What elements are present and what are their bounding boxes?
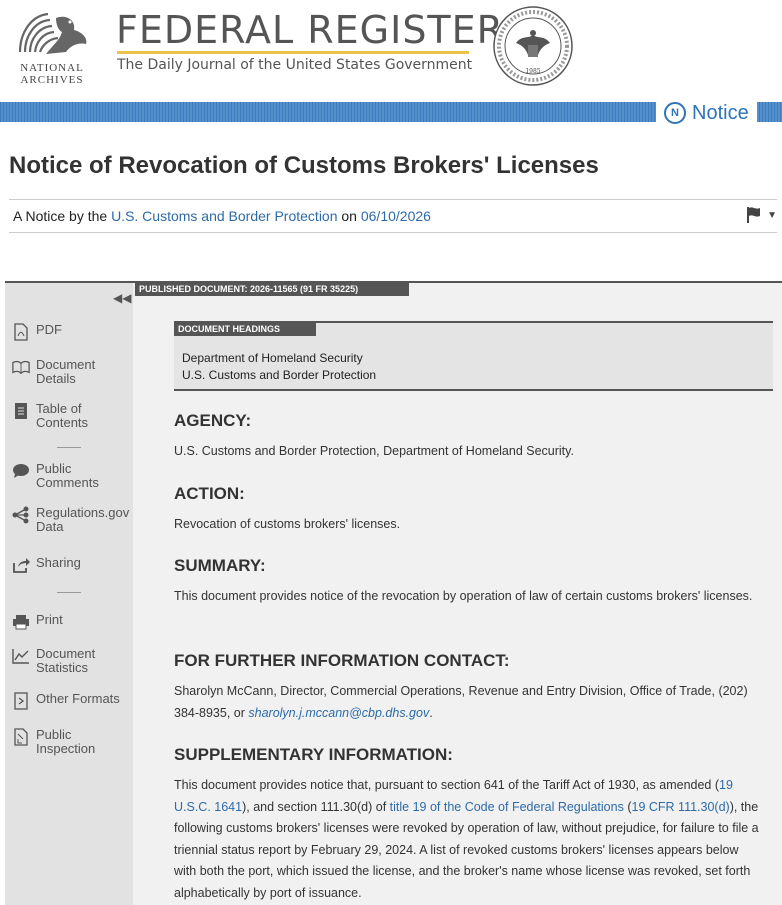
sidebar-divider xyxy=(57,447,81,448)
title-underline xyxy=(117,51,469,54)
print-icon xyxy=(12,613,30,631)
notice-icon: N xyxy=(664,102,686,124)
supp-text-2: ), and section 111.30(d) of xyxy=(242,799,387,814)
document-title: Notice of Revocation of Customs Brokers'… xyxy=(9,152,599,179)
toc-icon xyxy=(12,402,30,420)
comment-icon xyxy=(12,462,30,480)
pdf-icon xyxy=(12,323,30,341)
notice-label: Notice xyxy=(692,101,749,124)
sidebar-item-other-formats[interactable]: Other Formats xyxy=(12,692,120,710)
flag-menu[interactable]: ▼ xyxy=(745,206,777,224)
agency-link[interactable]: U.S. Customs and Border Protection xyxy=(111,208,337,224)
chart-icon xyxy=(12,647,30,665)
sidebar-divider xyxy=(57,592,81,593)
publication-date-link[interactable]: 06/10/2026 xyxy=(361,208,431,224)
contact-text: Sharolyn McCann, Director, Commercial Op… xyxy=(174,684,748,720)
supplementary-text: This document provides notice that, purs… xyxy=(174,775,764,904)
summary-heading: SUMMARY: xyxy=(174,556,266,575)
sidebar-item-label: PDF xyxy=(36,322,62,337)
agency-heading: AGENCY: xyxy=(174,411,252,430)
action-heading: ACTION: xyxy=(174,484,245,503)
chevron-down-icon: ▼ xyxy=(767,209,777,221)
sidebar-item-label: Print xyxy=(36,612,63,627)
action-text: Revocation of customs brokers' licenses. xyxy=(174,517,401,531)
sidebar-item-document-details[interactable]: Document Details xyxy=(12,358,106,386)
sidebar-item-label: Public Inspection xyxy=(36,727,96,756)
sidebar-item-document-statistics[interactable]: Document Statistics xyxy=(12,647,106,675)
sidebar-item-public-inspection[interactable]: Public Inspection xyxy=(12,728,102,756)
document-headings: DOCUMENT HEADINGS Department of Homeland… xyxy=(174,321,773,391)
svg-text:1985: 1985 xyxy=(525,68,540,75)
supp-text-4: ), the following customs brokers' licens… xyxy=(174,799,759,900)
supp-text-1: This document provides notice that, purs… xyxy=(174,778,720,792)
byline-on: on xyxy=(341,208,357,224)
cfr-section-link[interactable]: 19 CFR 111.30(d) xyxy=(632,800,730,814)
nara-seal-icon: 1985 xyxy=(492,5,574,87)
contact-email-link[interactable]: sharolyn.j.mccann@cbp.dhs.gov xyxy=(248,706,429,720)
byline-prefix: A Notice by the xyxy=(13,208,108,224)
cfr-title-link[interactable]: title 19 of the Code of Federal Regulati… xyxy=(390,800,624,814)
code-icon xyxy=(12,692,30,710)
published-document-label: PUBLISHED DOCUMENT: 2026-11565 (91 FR 35… xyxy=(135,283,409,296)
sidebar-item-sharing[interactable]: Sharing xyxy=(12,556,81,574)
agency-text: U.S. Customs and Border Protection, Depa… xyxy=(174,444,574,458)
sidebar-item-label: Sharing xyxy=(36,555,81,570)
sidebar: ◀◀ PDF Document Details Table of Content… xyxy=(5,283,133,905)
byline: A Notice by the U.S. Customs and Border … xyxy=(9,199,777,233)
sidebar-item-regulations-gov[interactable]: Regulations.gov Data xyxy=(12,505,130,534)
notice-badge: N Notice xyxy=(656,98,757,128)
site-tagline: The Daily Journal of the United States G… xyxy=(117,57,473,73)
inspection-icon xyxy=(12,728,30,746)
share-icon xyxy=(12,556,30,574)
document-frame: ◀◀ PDF Document Details Table of Content… xyxy=(5,281,782,905)
sidebar-item-table-of-contents[interactable]: Table of Contents xyxy=(12,402,96,430)
share-nodes-icon xyxy=(12,506,30,524)
contact-heading: FOR FURTHER INFORMATION CONTACT: xyxy=(174,651,510,670)
sidebar-item-pdf[interactable]: PDF xyxy=(12,323,62,341)
sidebar-item-label: Document Details xyxy=(36,357,96,386)
sidebar-item-label: Public Comments xyxy=(36,461,99,490)
sidebar-item-print[interactable]: Print xyxy=(12,613,63,631)
national-archives-text: NATIONAL ARCHIVES xyxy=(20,62,84,86)
national-archives-logo[interactable]: NATIONAL ARCHIVES xyxy=(12,8,92,86)
sidebar-item-label: Other Formats xyxy=(36,691,120,706)
heading-department: Department of Homeland Security xyxy=(182,351,363,365)
sidebar-item-label: Document Statistics xyxy=(36,646,96,675)
heading-agency: U.S. Customs and Border Protection xyxy=(182,368,377,382)
book-icon xyxy=(12,358,30,376)
summary-text: This document provides notice of the rev… xyxy=(174,589,753,603)
flag-icon xyxy=(747,207,761,223)
eagle-icon xyxy=(18,12,87,54)
sidebar-item-public-comments[interactable]: Public Comments xyxy=(12,462,102,490)
sidebar-item-label: Regulations.gov Data xyxy=(36,505,130,534)
collapse-sidebar-icon[interactable]: ◀◀ xyxy=(113,291,131,305)
supplementary-heading: SUPPLEMENTARY INFORMATION: xyxy=(174,745,453,764)
federal-register-title[interactable]: FEDERAL REGISTER xyxy=(116,8,504,52)
site-header: NATIONAL ARCHIVES FEDERAL REGISTER The D… xyxy=(0,0,782,100)
sidebar-item-label: Table of Contents xyxy=(36,401,89,430)
document-headings-tag: DOCUMENT HEADINGS xyxy=(174,323,316,336)
